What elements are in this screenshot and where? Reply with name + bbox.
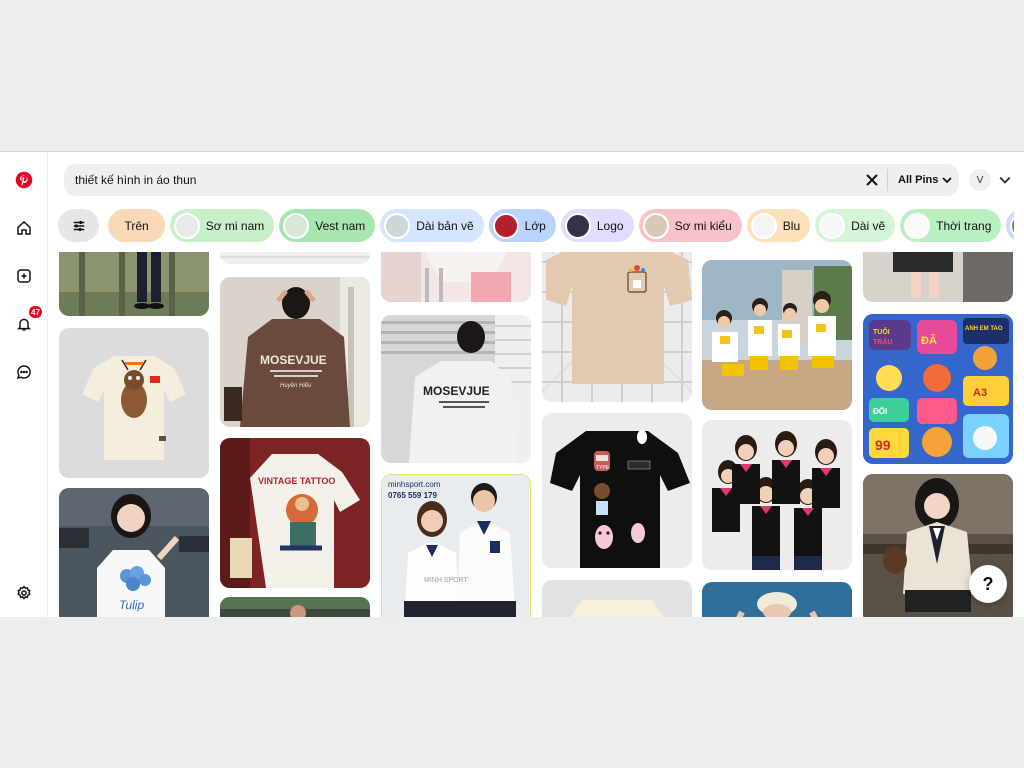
chip-thumbnail xyxy=(283,212,310,239)
app-window: 47 All Pins V Trên Sơ mi nam Vest nam Dài b… xyxy=(0,151,1024,617)
settings-icon[interactable] xyxy=(12,581,36,605)
pin-card[interactable]: MOSEVJUE Huyền Hiếu xyxy=(220,277,370,427)
filter-sliders-icon[interactable] xyxy=(58,209,99,242)
sticker-text: ĐỔI xyxy=(873,407,887,416)
chevron-down-icon[interactable] xyxy=(999,174,1011,186)
chip-label: Sơ mi kiểu xyxy=(674,218,732,233)
chip-thumbnail xyxy=(904,212,931,239)
chip-thumbnail xyxy=(173,212,200,239)
sticker-header: ANH EM TAO xyxy=(965,326,1003,332)
shop-phone: 0765 559 179 xyxy=(388,491,437,500)
pin-type-label: All Pins xyxy=(898,174,939,186)
guide-chip[interactable]: Logo xyxy=(560,209,634,242)
pin-card[interactable] xyxy=(702,420,852,570)
chip-thumbnail xyxy=(750,212,777,239)
chevron-down-icon xyxy=(942,177,952,184)
chip-thumbnail xyxy=(819,212,846,239)
guide-chip[interactable]: Trên xyxy=(108,209,165,242)
pin-card[interactable] xyxy=(381,252,531,302)
pin-card[interactable]: Tulip xyxy=(59,488,209,617)
mosevjue-print: MOSEVJUE xyxy=(260,353,327,367)
search-bar: All Pins xyxy=(64,164,959,196)
chip-label: Dài vẽ xyxy=(851,218,886,233)
help-button[interactable]: ? xyxy=(969,565,1007,603)
sticker-text: A3 xyxy=(973,387,987,399)
chip-thumbnail xyxy=(384,212,411,239)
watermark: MINH SPORT xyxy=(424,577,469,584)
pin-card[interactable]: TYPE xyxy=(542,413,692,568)
chip-label: Vest nam xyxy=(315,218,366,233)
tulip-print: Tulip xyxy=(119,598,144,612)
pin-card[interactable]: VINTAGE TATTOO xyxy=(220,438,370,588)
chip-label: Blu xyxy=(782,218,801,233)
pin-card[interactable] xyxy=(59,252,209,316)
chip-thumbnail xyxy=(1010,212,1014,239)
sidebar: 47 xyxy=(0,152,48,617)
guide-chip[interactable]: Dài vẽ xyxy=(815,209,896,242)
pin-card[interactable] xyxy=(542,252,692,402)
pin-card[interactable]: TUỔI TRÂU ĐÃ ANH EM TAO ĐỔI A3 99 xyxy=(863,314,1013,464)
sticker-text: TRÂU xyxy=(873,337,892,346)
pin-type-dropdown[interactable]: All Pins xyxy=(898,164,952,196)
guide-chip[interactable]: Sơ mi nam xyxy=(169,209,275,242)
create-icon[interactable] xyxy=(12,264,36,288)
guide-chip[interactable]: Tú xyxy=(1006,209,1014,242)
guide-chip[interactable]: Lớp xyxy=(488,209,556,242)
guide-chip[interactable]: Sơ mi kiểu xyxy=(638,209,742,242)
chip-thumbnail xyxy=(564,212,591,239)
chip-thumbnail xyxy=(642,212,669,239)
sticker-text: TUỔI xyxy=(873,327,890,336)
search-input[interactable] xyxy=(75,164,845,196)
pin-card[interactable] xyxy=(863,252,1013,302)
pin-card[interactable] xyxy=(220,597,370,617)
shop-url: minhsport.com xyxy=(388,480,441,489)
chip-thumbnail xyxy=(492,212,519,239)
avatar[interactable]: V xyxy=(969,169,991,191)
messages-icon[interactable] xyxy=(12,360,36,384)
pin-card[interactable] xyxy=(702,582,852,617)
bell-icon[interactable]: 47 xyxy=(12,306,42,336)
chip-label: Thời trang xyxy=(936,218,992,233)
vintage-tattoo-print: VINTAGE TATTOO xyxy=(258,476,335,486)
signature-print: Huyền Hiếu xyxy=(280,382,312,389)
mosevjue-print: MOSEVJUE xyxy=(423,384,490,398)
patch-text: TYPE xyxy=(596,465,610,471)
pin-card[interactable]: MOSEVJUE xyxy=(381,315,531,463)
search-divider xyxy=(887,169,888,191)
chip-label: Logo xyxy=(596,218,624,233)
guide-chip[interactable]: Blu xyxy=(746,209,811,242)
guide-chips: Trên Sơ mi nam Vest nam Dài bản vẽ Lớp Logo Sơ… xyxy=(58,209,1014,243)
sticker-text: 99 xyxy=(875,437,891,453)
home-icon[interactable] xyxy=(12,216,36,240)
guide-chip[interactable]: Vest nam xyxy=(279,209,376,242)
chip-label: Lớp xyxy=(524,218,546,233)
chip-label: Dài bản vẽ xyxy=(416,218,474,233)
pin-grid: Tulip MOSEVJUE Huyền Hiếu VINTAGE TATTOO xyxy=(48,252,1024,617)
guide-chip[interactable]: Dài bản vẽ xyxy=(380,209,484,242)
pin-card[interactable]: minhsport.com 0765 559 179 MINH SPORT xyxy=(381,474,531,617)
sticker-text: ĐÃ xyxy=(921,334,937,347)
pinterest-logo-icon[interactable] xyxy=(12,168,36,192)
close-icon[interactable] xyxy=(862,170,882,190)
notification-badge: 47 xyxy=(29,306,42,318)
chip-label: Trên xyxy=(124,218,149,233)
pin-card[interactable] xyxy=(59,328,209,478)
guide-chip[interactable]: Thời trang xyxy=(900,209,1002,242)
pin-card[interactable] xyxy=(542,580,692,617)
chip-label: Sơ mi nam xyxy=(205,218,265,233)
pin-card[interactable] xyxy=(220,252,370,264)
pin-card[interactable] xyxy=(702,260,852,410)
